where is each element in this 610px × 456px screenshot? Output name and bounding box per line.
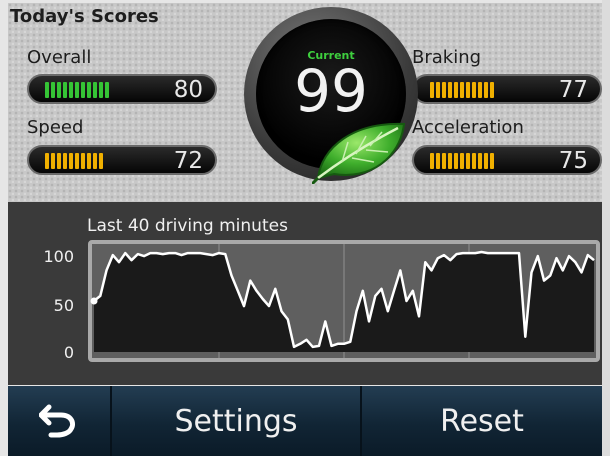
leaf-icon bbox=[312, 122, 406, 184]
level-bar bbox=[105, 82, 109, 98]
acceleration-score-value: 75 bbox=[558, 148, 588, 174]
level-bar bbox=[93, 82, 97, 98]
level-bar bbox=[484, 153, 488, 169]
braking-level-bars bbox=[430, 82, 494, 98]
level-bar bbox=[51, 82, 55, 98]
acceleration-score-pill: 75 bbox=[412, 145, 602, 175]
y-tick-0: 0 bbox=[63, 343, 74, 362]
current-score-value: 99 bbox=[294, 57, 368, 125]
level-bar bbox=[75, 153, 79, 169]
level-bar bbox=[57, 153, 61, 169]
level-bar bbox=[460, 82, 464, 98]
level-bar bbox=[430, 153, 434, 169]
y-tick-50: 50 bbox=[53, 296, 74, 315]
level-bar bbox=[99, 82, 103, 98]
level-bar bbox=[87, 153, 91, 169]
level-bar bbox=[484, 82, 488, 98]
back-arrow-icon bbox=[39, 404, 76, 438]
level-bar bbox=[63, 82, 67, 98]
bottom-toolbar: Settings Reset bbox=[8, 386, 602, 456]
level-bar bbox=[430, 82, 434, 98]
level-bar bbox=[51, 153, 55, 169]
overall-label: Overall bbox=[27, 47, 92, 68]
level-bar bbox=[69, 82, 73, 98]
settings-button[interactable]: Settings bbox=[112, 386, 362, 456]
level-bar bbox=[57, 82, 61, 98]
braking-score-value: 77 bbox=[558, 77, 588, 103]
level-bar bbox=[69, 153, 73, 169]
level-bar bbox=[63, 153, 67, 169]
level-bar bbox=[436, 153, 440, 169]
y-tick-100: 100 bbox=[43, 247, 74, 266]
level-bar bbox=[466, 82, 470, 98]
level-bar bbox=[93, 153, 97, 169]
level-bar bbox=[442, 153, 446, 169]
level-bar bbox=[472, 153, 476, 169]
level-bar bbox=[442, 82, 446, 98]
back-button[interactable] bbox=[8, 386, 112, 456]
level-bar bbox=[99, 153, 103, 169]
level-bar bbox=[45, 82, 49, 98]
level-bar bbox=[448, 153, 452, 169]
screen-edge bbox=[602, 0, 610, 456]
overall-score-pill: 80 bbox=[27, 74, 217, 104]
level-bar bbox=[466, 153, 470, 169]
speed-level-bars bbox=[45, 153, 103, 169]
acceleration-label: Acceleration bbox=[412, 117, 524, 138]
speed-score-value: 72 bbox=[173, 148, 203, 174]
level-bar bbox=[87, 82, 91, 98]
braking-label: Braking bbox=[412, 47, 482, 68]
level-bar bbox=[454, 82, 458, 98]
speed-label: Speed bbox=[27, 117, 84, 138]
level-bar bbox=[81, 82, 85, 98]
score-line-chart bbox=[88, 240, 600, 362]
level-bar bbox=[490, 82, 494, 98]
braking-score-pill: 77 bbox=[412, 74, 602, 104]
reset-button[interactable]: Reset bbox=[362, 386, 602, 456]
graph-title: Last 40 driving minutes bbox=[87, 216, 288, 236]
level-bar bbox=[454, 153, 458, 169]
acceleration-level-bars bbox=[430, 153, 494, 169]
level-bar bbox=[460, 153, 464, 169]
level-bar bbox=[478, 82, 482, 98]
overall-level-bars bbox=[45, 82, 109, 98]
level-bar bbox=[478, 153, 482, 169]
level-bar bbox=[45, 153, 49, 169]
level-bar bbox=[436, 82, 440, 98]
level-bar bbox=[448, 82, 452, 98]
scores-panel: Today's Scores Overall 80 Speed 72 Braki… bbox=[8, 3, 602, 202]
chart-start-point bbox=[90, 297, 98, 305]
overall-score-value: 80 bbox=[173, 77, 203, 103]
level-bar bbox=[472, 82, 476, 98]
level-bar bbox=[490, 153, 494, 169]
level-bar bbox=[75, 82, 79, 98]
driving-graph-panel: Last 40 driving minutes 100 50 0 bbox=[8, 202, 602, 385]
level-bar bbox=[81, 153, 85, 169]
speed-score-pill: 72 bbox=[27, 145, 217, 175]
page-title: Today's Scores bbox=[10, 6, 159, 27]
